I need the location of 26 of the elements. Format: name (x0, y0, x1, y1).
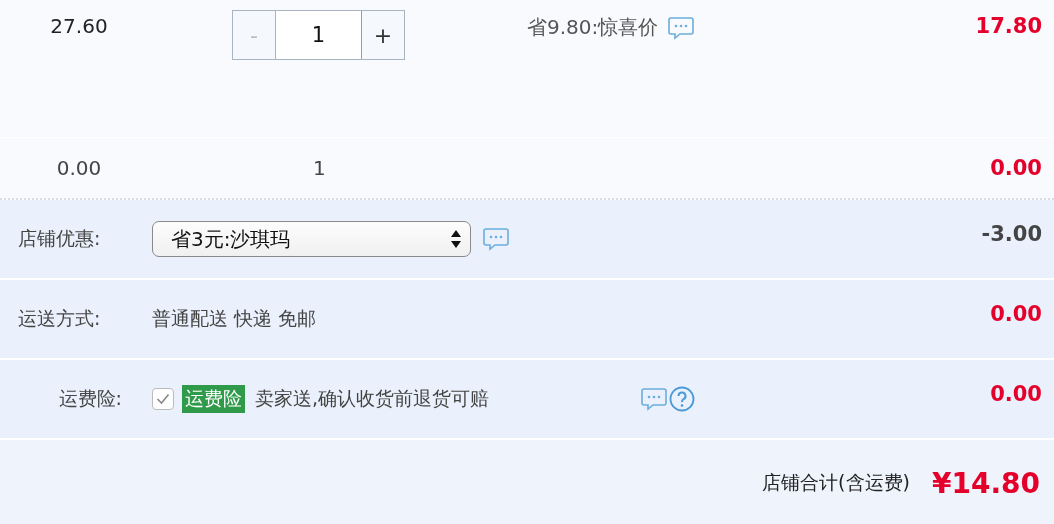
chat-icon (641, 387, 668, 411)
discount-amount: -3.00 (980, 221, 1043, 246)
updown-arrows-icon (450, 228, 462, 250)
quantity-field[interactable]: 1 (275, 11, 362, 59)
subtotal: 17.80 (974, 13, 1043, 38)
subtotal: 0.00 (989, 156, 1043, 180)
unit-price: 27.60 (49, 13, 109, 38)
chat-icon (483, 227, 509, 251)
promotion-text: 省9.80:惊喜价 (527, 14, 659, 41)
chat-icon (668, 15, 695, 40)
field-label: 店铺优惠: (17, 226, 102, 251)
total-amount: ¥14.80 (931, 466, 1040, 500)
insurance-description: 卖家送,确认收货前退货可赔 (255, 386, 490, 411)
checkbox[interactable] (152, 388, 174, 410)
field-label: 运送方式: (17, 306, 102, 331)
checkmark-icon (156, 393, 170, 405)
shipping-method: 普通配送 快递 免邮 (152, 306, 317, 331)
unit-price: 0.00 (55, 156, 103, 180)
quantity: 1 (313, 156, 326, 180)
total-label: 店铺合计(含运费) (762, 470, 910, 495)
discount-dropdown[interactable]: 省3元:沙琪玛 (152, 221, 471, 257)
field-label: 运费险: (57, 386, 123, 411)
help-icon (669, 386, 696, 412)
shipping-amount: 0.00 (989, 301, 1043, 326)
insurance-amount: 0.00 (989, 381, 1043, 406)
insurance-badge: 运费险 (182, 385, 245, 413)
